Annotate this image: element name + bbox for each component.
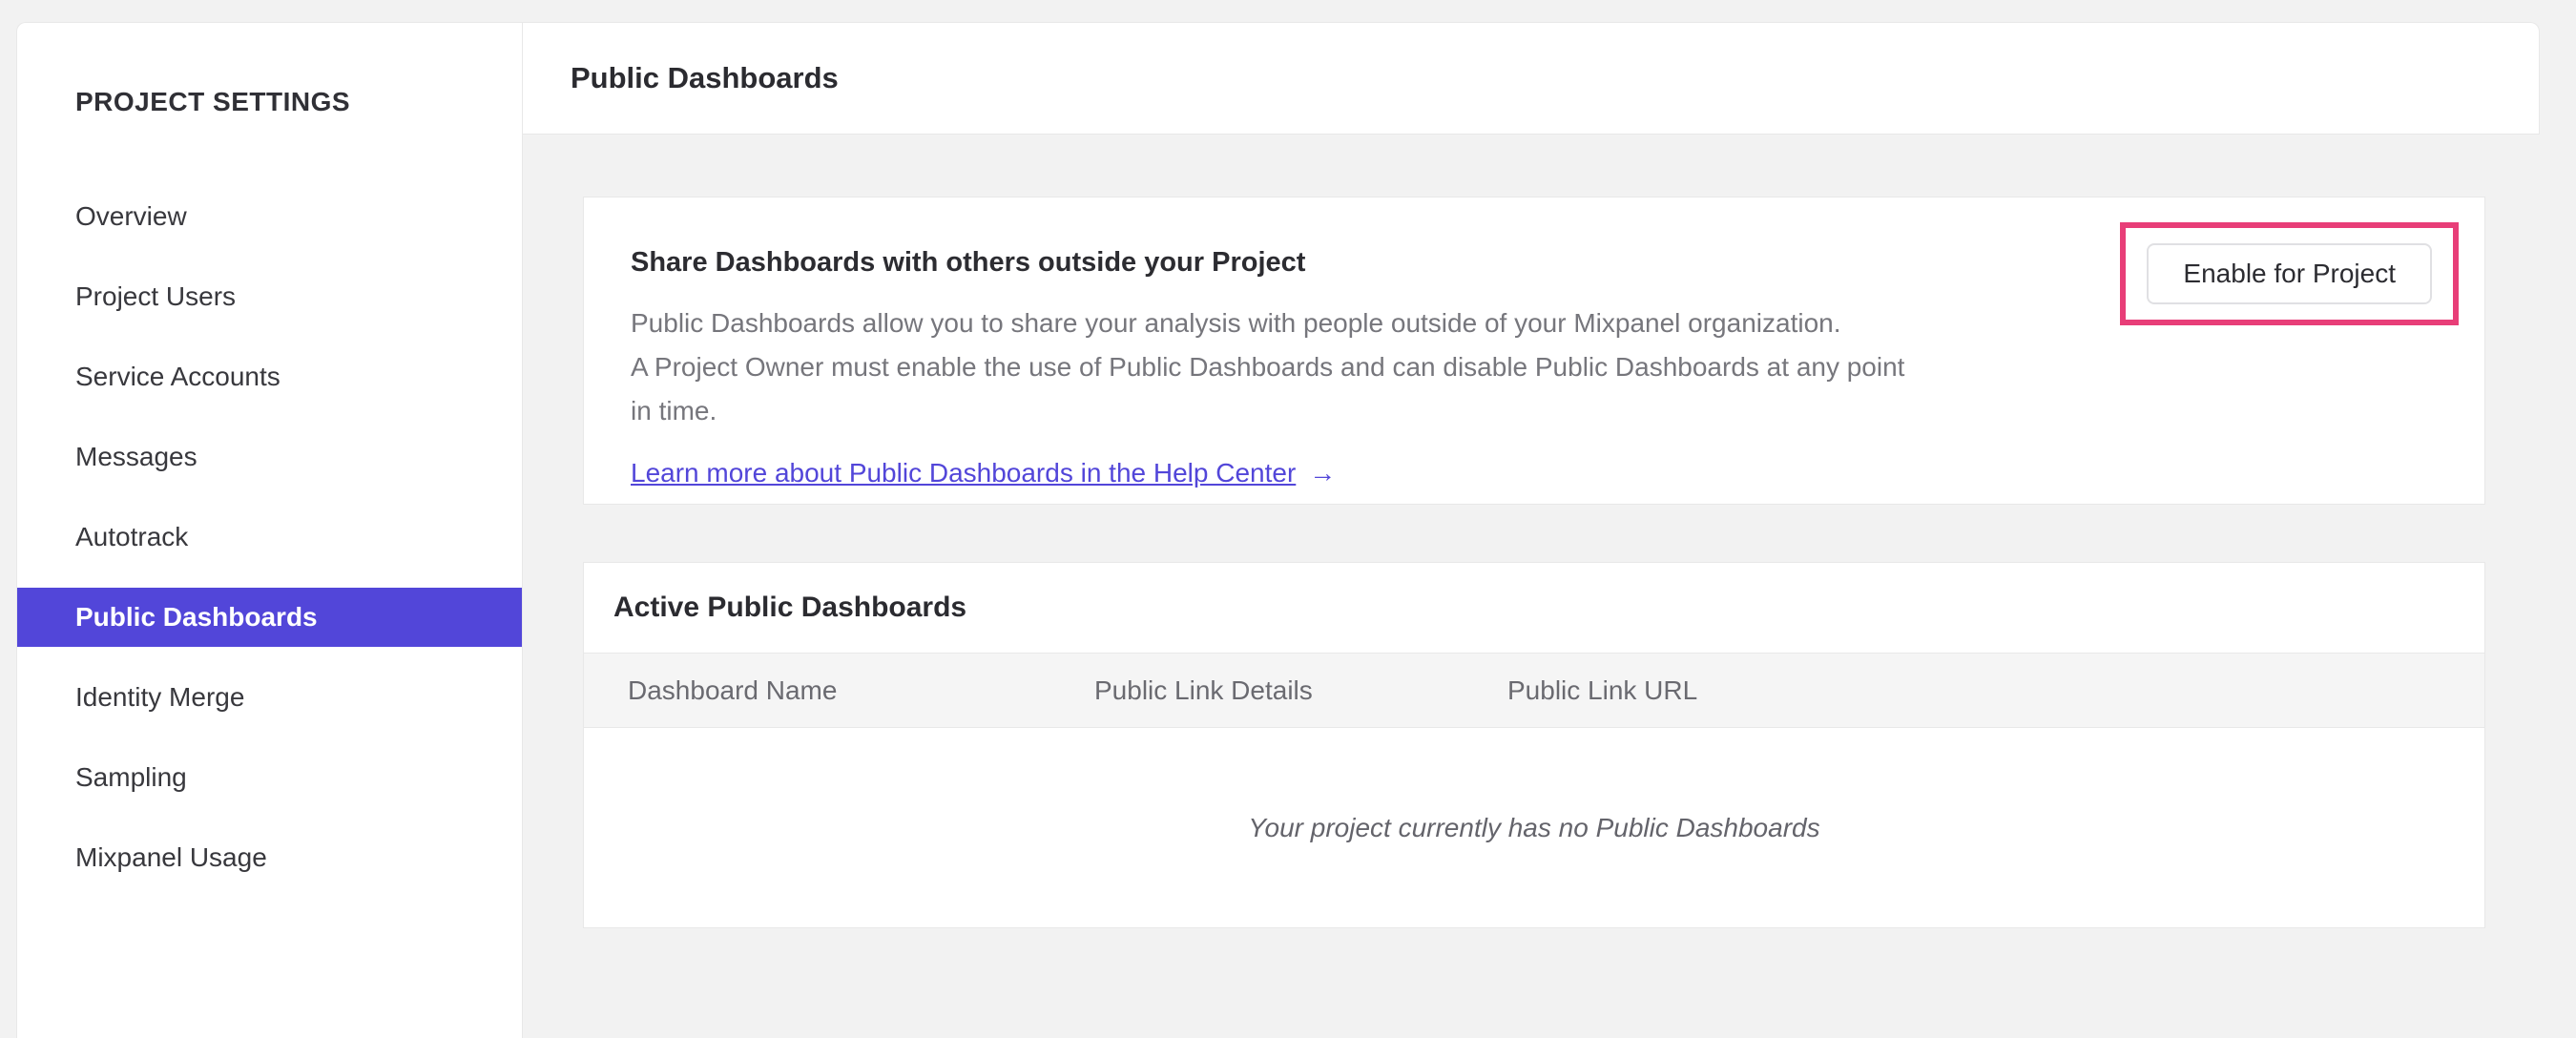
sidebar-item-autotrack[interactable]: Autotrack [17, 508, 522, 567]
sidebar-item-project-users[interactable]: Project Users [17, 267, 522, 326]
sidebar-title: PROJECT SETTINGS [75, 87, 351, 116]
share-dashboards-card: Share Dashboards with others outside you… [583, 197, 2485, 505]
column-header-public-link-details: Public Link Details [1094, 675, 1313, 705]
sidebar-item-identity-merge[interactable]: Identity Merge [17, 668, 522, 727]
sidebar-nav: Overview Project Users Service Accounts … [17, 187, 522, 908]
sidebar-item-public-dashboards[interactable]: Public Dashboards [17, 588, 522, 647]
share-description-line: A Project Owner must enable the use of P… [631, 352, 1905, 382]
column-header-public-link-url: Public Link URL [1507, 675, 1698, 705]
sidebar-item-service-accounts[interactable]: Service Accounts [17, 347, 522, 406]
dashboards-table-header: Dashboard Name Public Link Details Publi… [584, 653, 2484, 728]
active-public-dashboards-card: Active Public Dashboards Dashboard Name … [583, 562, 2485, 928]
project-settings-sidebar: PROJECT SETTINGS Overview Project Users … [16, 22, 523, 1038]
help-center-link-row: Learn more about Public Dashboards in th… [631, 458, 2484, 488]
column-header-dashboard-name: Dashboard Name [628, 675, 838, 705]
share-description-line: in time. [631, 396, 717, 426]
sidebar-item-overview[interactable]: Overview [17, 187, 522, 246]
enable-for-project-button[interactable]: Enable for Project [2147, 243, 2432, 304]
active-card-heading: Active Public Dashboards [613, 592, 967, 623]
sidebar-item-mixpanel-usage[interactable]: Mixpanel Usage [17, 828, 522, 887]
sidebar-item-messages[interactable]: Messages [17, 427, 522, 487]
annotation-highlight-box: Enable for Project [2120, 222, 2459, 325]
main-header: Public Dashboards [523, 22, 2540, 135]
help-center-link[interactable]: Learn more about Public Dashboards in th… [631, 458, 1296, 488]
sidebar-item-sampling[interactable]: Sampling [17, 748, 522, 807]
page-title: Public Dashboards [571, 61, 839, 94]
arrow-right-icon: → [1309, 458, 1337, 488]
empty-state-message: Your project currently has no Public Das… [1248, 812, 1820, 842]
